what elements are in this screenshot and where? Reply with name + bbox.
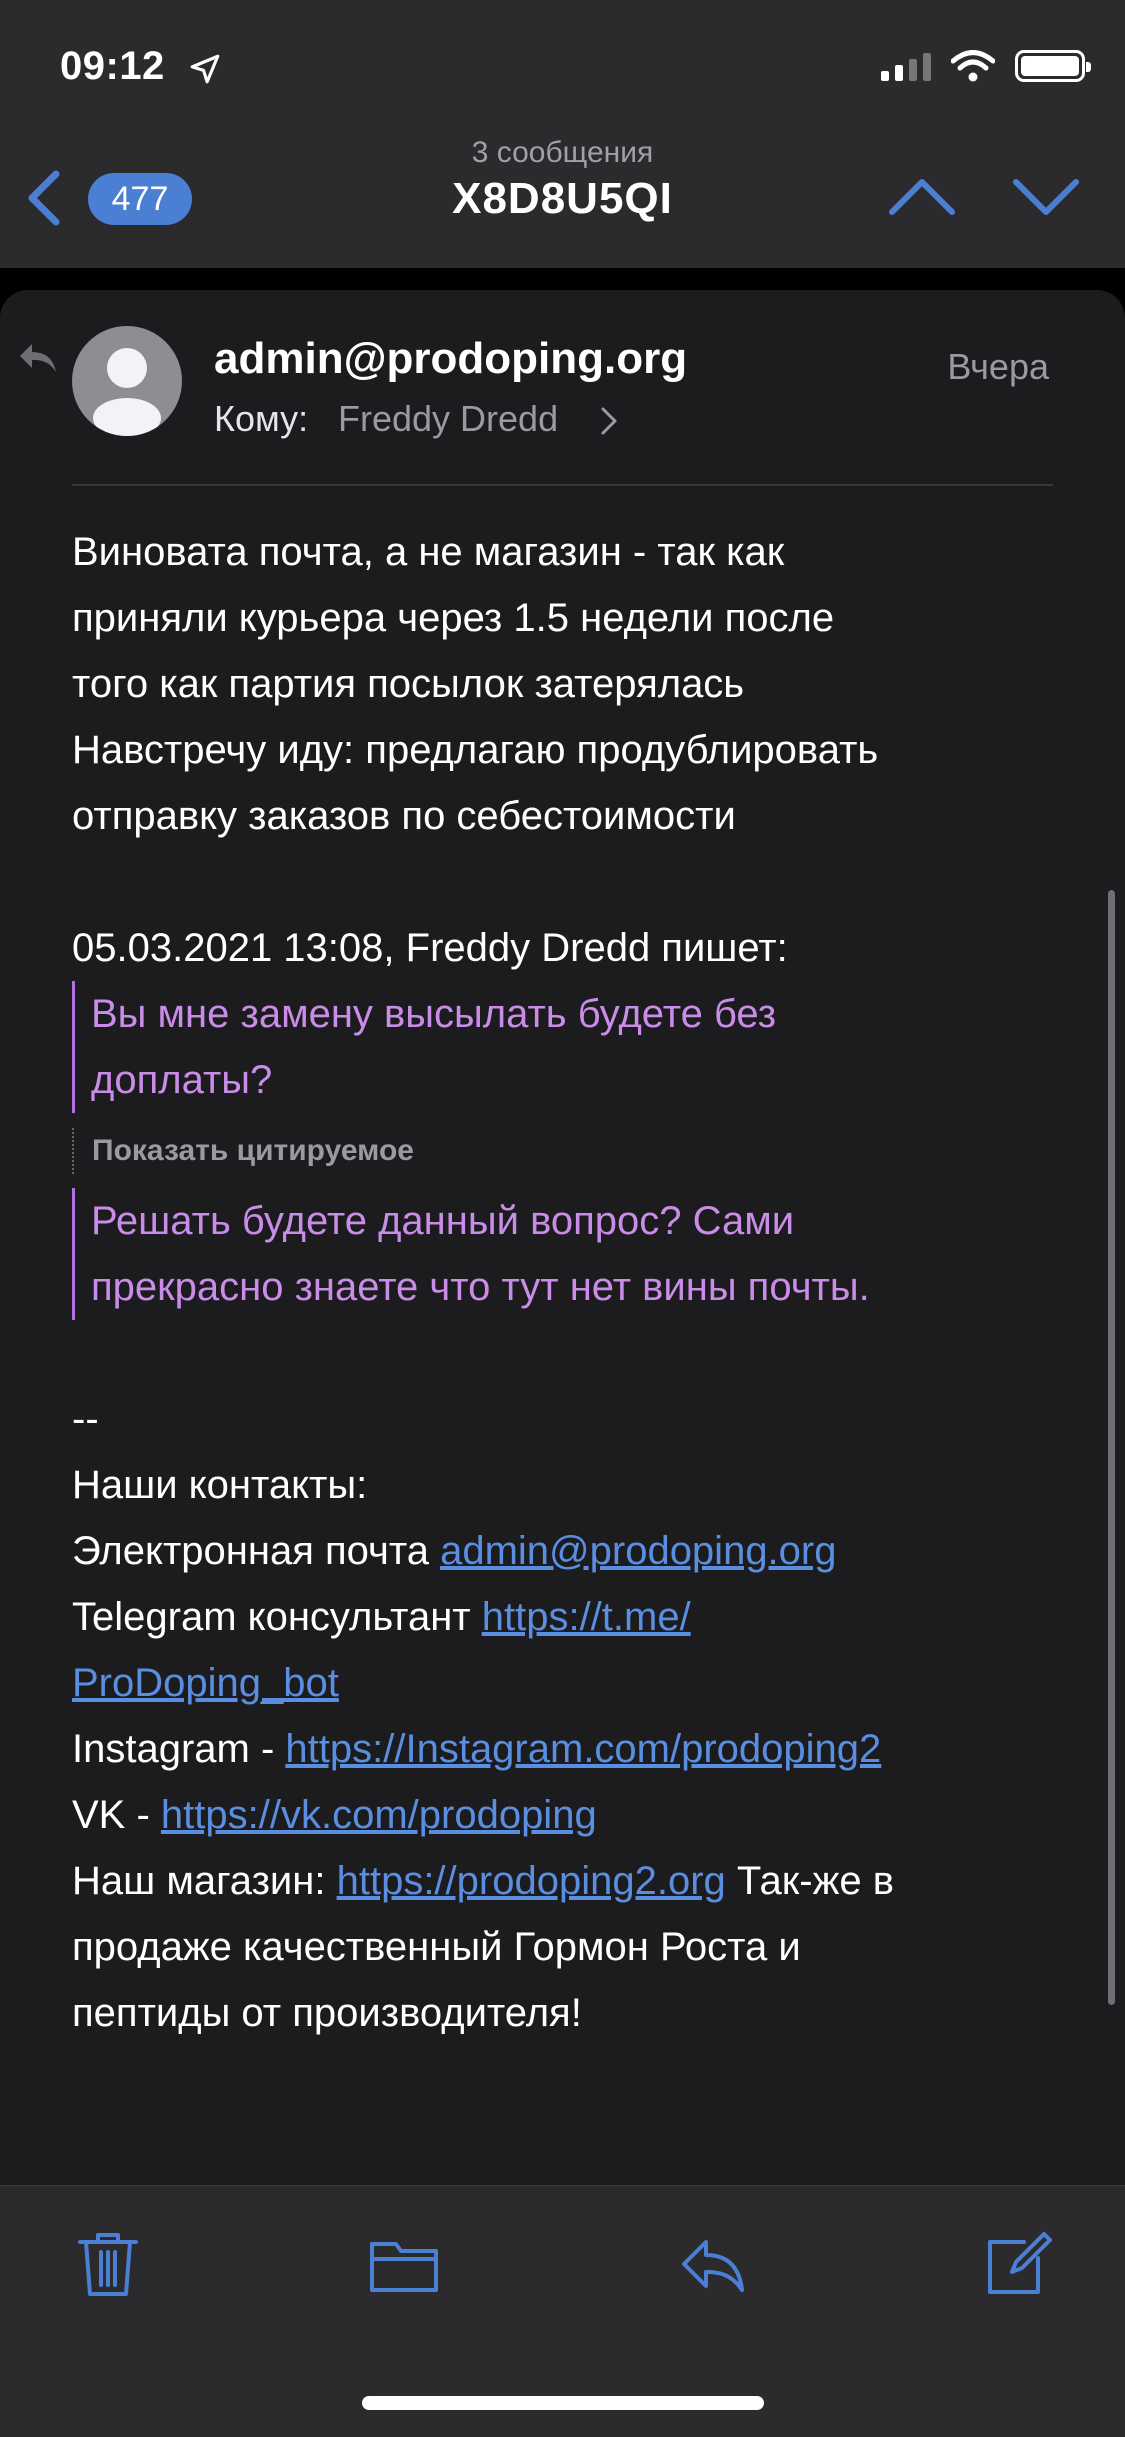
telegram-line-cont: ProDoping_bot — [72, 1650, 1062, 1716]
cellular-signal-icon — [881, 51, 931, 81]
header-divider — [72, 484, 1053, 486]
instagram-line: Instagram - https://Instagram.com/prodop… — [72, 1716, 1062, 1782]
signature-separator: -- — [72, 1397, 99, 1441]
email-line: Электронная почта admin@prodoping.org — [72, 1518, 1062, 1584]
compose-icon[interactable] — [980, 2228, 1052, 2300]
shop-line: Наш магазин: https://prodoping2.org Так-… — [72, 1848, 1062, 1914]
promo-line: продаже качественный Гормон Роста и — [72, 1925, 801, 1969]
battery-icon — [1015, 50, 1091, 82]
quoted-text-1: Вы мне замену высылать будете без доплат… — [72, 981, 1081, 1113]
to-label: Кому: — [214, 398, 309, 439]
scrollbar[interactable] — [1108, 890, 1115, 2005]
quoted-text-2: Решать будете данный вопрос? Сами прекра… — [72, 1188, 1081, 1320]
trash-icon[interactable] — [72, 2228, 144, 2300]
body-line: Виновата почта, а не магазин - так как — [72, 530, 785, 574]
wifi-icon — [951, 50, 995, 82]
contacts-label: Наши контакты: — [72, 1463, 368, 1507]
vk-label: VK - — [72, 1793, 161, 1837]
message-body: Виновата почта, а не магазин - так как п… — [72, 519, 1062, 849]
vk-line: VK - https://vk.com/prodoping — [72, 1782, 1062, 1848]
shop-label: Наш магазин: — [72, 1859, 337, 1903]
telegram-link-cont[interactable]: ProDoping_bot — [72, 1661, 339, 1705]
signature: -- Наши контакты: Электронная почта admi… — [72, 1386, 1062, 2046]
shop-link[interactable]: https://prodoping2.org — [337, 1859, 726, 1903]
telegram-line: Telegram консультант https://t.me/ — [72, 1584, 1062, 1650]
next-message-button[interactable] — [1010, 170, 1082, 222]
body-line: приняли курьера через 1.5 недели после — [72, 596, 835, 640]
vk-link[interactable]: https://vk.com/prodoping — [161, 1793, 597, 1837]
body-line: того как партия посылок затерялась — [72, 662, 745, 706]
sender-address[interactable]: admin@prodoping.org — [214, 334, 687, 384]
reply-icon[interactable] — [676, 2228, 748, 2300]
message-count-subtitle: 3 сообщения — [471, 136, 654, 169]
recipient-name[interactable]: Freddy Dredd — [338, 398, 558, 440]
avatar[interactable] — [72, 326, 182, 436]
quote-line: Решать будете данный вопрос? Сами — [91, 1199, 795, 1243]
telegram-label: Telegram консультант — [72, 1595, 482, 1639]
body-line: Навстречу иду: предлагаю продублировать — [72, 728, 879, 772]
quote-line: прекрасно знаете что тут нет вины почты. — [91, 1265, 870, 1309]
quote-header: 05.03.2021 13:08, Freddy Dredd пишет: — [72, 926, 788, 970]
chevron-right-icon[interactable] — [600, 406, 618, 436]
status-time: 09:12 — [60, 44, 165, 88]
folder-icon[interactable] — [368, 2228, 440, 2300]
instagram-link[interactable]: https://Instagram.com/prodoping2 — [285, 1727, 881, 1771]
email-label: Электронная почта — [72, 1529, 441, 1573]
location-arrow-icon — [190, 54, 220, 84]
message-date: Вчера — [947, 346, 1049, 387]
replied-indicator-icon — [20, 344, 56, 372]
top-bar — [0, 0, 1125, 268]
telegram-link[interactable]: https://t.me/ — [482, 1595, 691, 1639]
show-quoted-button[interactable]: Показать цитируемое — [72, 1128, 414, 1174]
shop-after: Так-же в — [725, 1859, 894, 1903]
quote-line: доплаты? — [91, 1058, 273, 1102]
instagram-label: Instagram - — [72, 1727, 286, 1771]
promo-line: пептиды от производителя! — [72, 1991, 582, 2035]
body-line: отправку заказов по себестоимости — [72, 794, 736, 838]
email-link[interactable]: admin@prodoping.org — [440, 1529, 836, 1573]
status-icons — [881, 50, 1091, 82]
quote-line: Вы мне замену высылать будете без — [91, 992, 777, 1036]
previous-message-button[interactable] — [886, 170, 958, 222]
home-indicator[interactable] — [362, 2396, 764, 2410]
person-icon — [93, 348, 161, 436]
